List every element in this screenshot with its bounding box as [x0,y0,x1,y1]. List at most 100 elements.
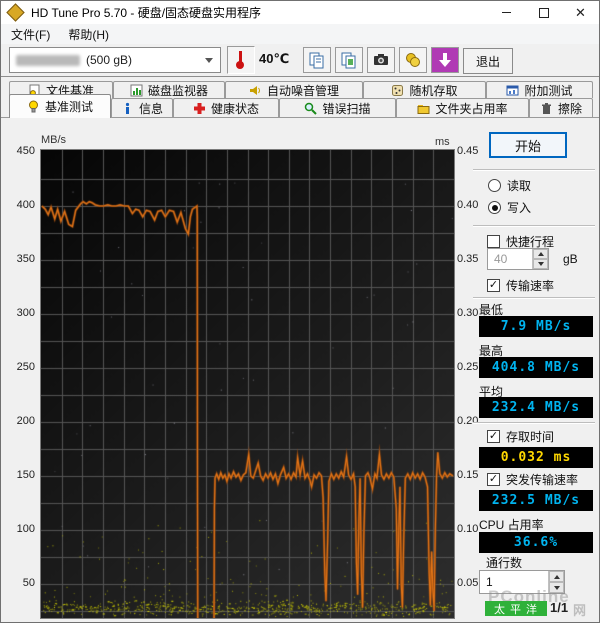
tab-strip: 文件基准 磁盘监视器 自动噪音管理 随机存取 附加测试 基准测试 信息 健康状态… [1,77,599,118]
transfer-rate-box [487,279,500,292]
right-tick: 0.35 [457,253,479,265]
left-tick: 200 [16,415,35,427]
exit-button[interactable]: 退出 [463,48,513,74]
arrow-down-icon [537,262,544,266]
download-arrow-icon [439,53,451,67]
panel-separator [473,297,595,299]
donate-button[interactable] [399,47,427,73]
temperature-value: 40℃ [259,51,290,66]
pconline-watermark-suffix: 网 [573,603,587,618]
short-stroke-box [487,235,500,248]
benchmark-chart [40,149,455,619]
left-tick: 350 [16,253,35,265]
extra-tests-icon [506,85,519,95]
tab-erase[interactable]: 擦除 [529,98,593,117]
update-download-button[interactable] [431,47,459,73]
temperature-indicator [227,46,255,74]
max-value-display: 404.8 MB/s [479,357,593,378]
tab-benchmark[interactable]: 基准测试 [9,94,111,118]
read-radio-circle [488,179,501,192]
spinner-up-button[interactable] [549,571,564,582]
tab-error-scan[interactable]: 错误扫描 [279,98,396,117]
chevron-down-icon [205,58,213,63]
left-tick: 150 [16,469,35,481]
read-radio[interactable]: 读取 [488,177,531,194]
dice-icon [392,84,404,96]
write-radio[interactable]: 写入 [488,199,531,216]
drive-capacity: (500 gB) [86,53,133,67]
panel-separator [473,422,595,424]
start-button[interactable]: 开始 [489,132,567,158]
benchmark-chart-canvas [41,150,454,618]
left-tick: 100 [16,523,35,535]
screenshot-button[interactable] [367,47,395,73]
tab-disk-monitor[interactable]: 磁盘监视器 [113,81,225,98]
min-value-display: 7.9 MB/s [479,316,593,337]
spinner-down-button[interactable] [533,259,548,269]
minimize-button[interactable] [488,1,525,24]
camera-icon [374,54,388,65]
arrow-up-icon [553,574,560,579]
right-tick: 0.45 [457,145,479,157]
write-radio-circle [488,201,501,214]
tab-info[interactable]: 信息 [111,98,173,117]
right-tick: 0.15 [457,469,479,481]
pconline-badge: 太平洋 [485,601,547,616]
cpu-usage-label: CPU 占用率 [479,518,544,532]
tab-noise-management[interactable]: 自动噪音管理 [225,81,363,98]
drive-name-redacted [16,54,80,66]
tab-folder-usage[interactable]: 文件夹占用率 [396,98,529,117]
cpu-usage-display: 36.6% [479,532,593,553]
panel-separator [473,169,595,171]
burst-rate-checkbox[interactable]: 突发传输速率 [487,471,578,488]
close-button[interactable]: ✕ [562,1,599,24]
passes-label: 通行数 [486,556,523,570]
spinner-up-button[interactable] [533,249,548,259]
maximize-icon [538,7,549,18]
benchmark-bulb-icon [28,100,38,113]
minimize-icon [502,12,511,13]
tab-health-status[interactable]: 健康状态 [173,98,279,117]
left-tick: 250 [16,361,35,373]
short-stroke-unit: gB [563,252,578,266]
burst-rate-display: 232.5 MB/s [479,490,593,511]
disk-monitor-icon [130,84,143,96]
copy-image-button[interactable] [335,47,363,73]
exit-label: 退出 [475,54,500,69]
menu-file[interactable]: 文件(F) [3,24,58,45]
health-cross-icon [193,102,205,114]
maximize-button[interactable] [525,1,562,24]
speaker-icon [249,85,260,95]
info-icon [125,102,130,114]
short-stroke-spinner[interactable]: 40 [487,248,549,270]
left-tick: 300 [16,307,35,319]
right-tick: 0.40 [457,199,479,211]
burst-rate-box [487,473,500,486]
menu-help[interactable]: 帮助(H) [60,24,117,45]
magnifier-icon [305,102,318,115]
toolbar: (500 gB) 40℃ 退出 [1,44,599,77]
copy-text-icon [309,52,324,69]
left-tick: 50 [22,577,35,589]
copy-image-icon [341,52,356,69]
folder-icon [417,104,430,114]
tab-extra-tests[interactable]: 附加测试 [486,81,593,98]
pass-indicator: 1/1 [550,600,569,615]
avg-value-display: 232.4 MB/s [479,397,593,418]
access-time-checkbox[interactable]: 存取时间 [487,428,554,445]
app-icon [6,3,25,22]
coins-icon [406,53,420,67]
right-axis-unit: ms [435,136,450,148]
drive-select[interactable]: (500 gB) [9,47,221,73]
left-tick: 450 [16,145,35,157]
tab-random-access[interactable]: 随机存取 [363,81,486,98]
left-axis-unit: MB/s [41,134,67,146]
left-tick: 400 [16,199,35,211]
window-title: HD Tune Pro 5.70 - 硬盘/固态硬盘实用程序 [31,6,262,20]
transfer-rate-checkbox[interactable]: 传输速率 [487,277,554,294]
hdtune-window: HD Tune Pro 5.70 - 硬盘/固态硬盘实用程序 ✕ 文件(F) 帮… [0,0,600,623]
access-time-display: 0.032 ms [479,447,593,468]
access-time-box [487,430,500,443]
title-bar: HD Tune Pro 5.70 - 硬盘/固态硬盘实用程序 ✕ [1,1,599,24]
copy-text-button[interactable] [303,47,331,73]
